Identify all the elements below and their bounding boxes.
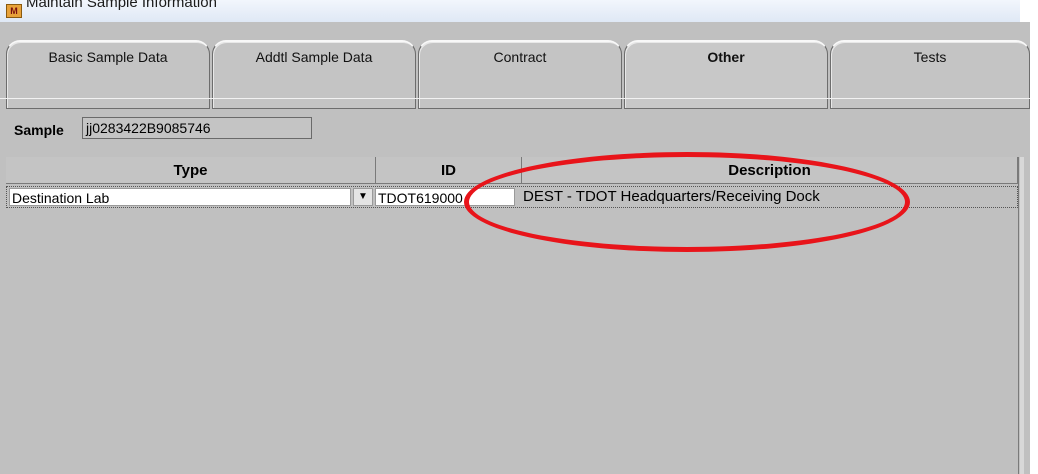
- sample-label: Sample: [14, 122, 64, 138]
- title-bar: M Maintain Sample Information: [0, 0, 1020, 22]
- column-header-description[interactable]: Description: [522, 157, 1018, 184]
- description-cell: DEST - TDOT Headquarters/Receiving Dock: [523, 188, 820, 205]
- table-row[interactable]: Destination Lab ▼ TDOT619000 DEST - TDOT…: [6, 186, 1018, 208]
- sample-id-field[interactable]: jj0283422B9085746: [82, 117, 312, 139]
- tab-label: Other: [707, 49, 745, 65]
- dropdown-arrow-icon[interactable]: ▼: [353, 188, 373, 206]
- data-grid: Type ID Description Destination Lab ▼ TD…: [6, 157, 1024, 474]
- column-header-id[interactable]: ID: [376, 157, 522, 184]
- column-header-type[interactable]: Type: [6, 157, 376, 184]
- tab-label: Basic Sample Data: [48, 49, 168, 65]
- window-right-edge: [1030, 22, 1038, 474]
- grid-right-border: [1018, 157, 1019, 474]
- tab-strip: Basic Sample Data Addtl Sample Data Cont…: [4, 40, 1030, 110]
- tab-label: Contract: [493, 49, 547, 65]
- tab-divider: [0, 98, 1030, 99]
- type-select[interactable]: Destination Lab: [9, 188, 351, 206]
- tab-label: Addtl Sample Data: [255, 49, 373, 65]
- window-title: Maintain Sample Information: [26, 0, 217, 11]
- app-icon: M: [6, 4, 22, 18]
- id-input[interactable]: TDOT619000: [375, 188, 515, 206]
- grid-scroll-edge: [1020, 157, 1024, 474]
- main-window: Basic Sample Data Addtl Sample Data Cont…: [0, 22, 1038, 474]
- tab-label: Tests: [913, 49, 947, 65]
